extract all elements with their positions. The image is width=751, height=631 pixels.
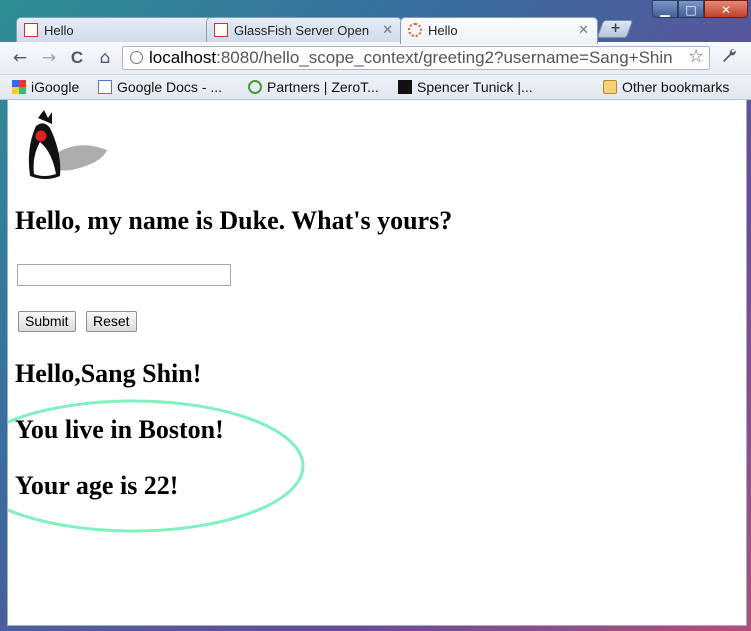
url-text: localhost:8080/hello_scope_context/greet…	[149, 47, 673, 69]
tab-hello-active[interactable]: Hello ✕	[400, 17, 598, 44]
minimize-button[interactable]: ▁	[652, 0, 678, 18]
url-path: :8080/hello_scope_context/greeting2?user…	[216, 48, 673, 67]
bookmark-label: Google Docs - ...	[117, 79, 223, 95]
page-favicon-icon	[214, 23, 228, 37]
username-input[interactable]	[17, 264, 231, 286]
bookmark-spencer-tunick[interactable]: Spencer Tunick |...	[398, 78, 533, 96]
browser-window: Hello GlassFish Server Open ✕ Hello ✕ + …	[0, 0, 751, 631]
maximize-button[interactable]: □	[678, 0, 704, 18]
toolbar: ← → C ⌂ localhost:8080/hello_scope_conte…	[0, 42, 751, 75]
tab-label: GlassFish Server Open	[234, 23, 370, 38]
tab-close-icon[interactable]: ✕	[382, 22, 393, 38]
bookmark-label: iGoogle	[31, 79, 80, 95]
duke-mascot-icon	[28, 110, 107, 179]
page-favicon-icon	[24, 23, 38, 37]
page-prompt-heading: Hello, my name is Duke. What's yours?	[15, 206, 453, 235]
globe-icon	[130, 51, 143, 64]
forward-arrow-icon[interactable]: →	[38, 47, 60, 69]
bookmark-google-docs[interactable]: Google Docs - ...	[98, 78, 222, 96]
bookmarks-bar: iGoogle Google Docs - ... Partners | Zer…	[0, 75, 751, 100]
wrench-menu-icon[interactable]	[718, 47, 740, 69]
docs-icon	[98, 80, 112, 94]
loading-icon	[408, 23, 422, 37]
page-content: Hello, my name is Duke. What's yours? Su…	[7, 100, 747, 626]
reload-icon[interactable]: C	[66, 47, 88, 69]
new-tab-button[interactable]: +	[596, 20, 634, 38]
bookmark-partners[interactable]: Partners | ZeroT...	[248, 78, 379, 96]
greeting-heading: Hello,Sang Shin!	[15, 359, 202, 388]
tab-label: Hello	[428, 23, 458, 38]
submit-button[interactable]: Submit	[18, 311, 76, 332]
back-arrow-icon[interactable]: ←	[9, 47, 31, 69]
plus-icon: +	[609, 21, 621, 36]
tab-label: Hello	[44, 23, 74, 38]
partners-icon	[248, 80, 262, 94]
reset-button[interactable]: Reset	[86, 311, 137, 332]
tab-strip: Hello GlassFish Server Open ✕ Hello ✕ + …	[0, 0, 751, 44]
close-window-button[interactable]: ✕	[704, 0, 748, 18]
bookmark-label: Partners | ZeroT...	[267, 79, 379, 95]
bookmark-label: Other bookmarks	[622, 79, 730, 95]
location-heading: You live in Boston!	[15, 415, 224, 444]
folder-icon	[603, 80, 617, 94]
bookmark-other[interactable]: Other bookmarks	[603, 78, 729, 96]
bookmark-igoogle[interactable]: iGoogle	[12, 78, 79, 96]
tab-glassfish[interactable]: GlassFish Server Open ✕	[206, 17, 402, 43]
bookmark-star-icon[interactable]: ☆	[688, 47, 704, 67]
address-bar[interactable]: localhost:8080/hello_scope_context/greet…	[122, 46, 710, 70]
home-icon[interactable]: ⌂	[94, 47, 116, 69]
url-host: localhost	[149, 48, 217, 67]
google-icon	[12, 80, 26, 94]
bookmark-label: Spencer Tunick |...	[417, 79, 533, 95]
tab-hello-1[interactable]: Hello	[16, 17, 214, 43]
tunick-icon	[398, 80, 412, 94]
tab-close-icon[interactable]: ✕	[578, 22, 589, 38]
age-heading: Your age is 22!	[15, 471, 179, 500]
